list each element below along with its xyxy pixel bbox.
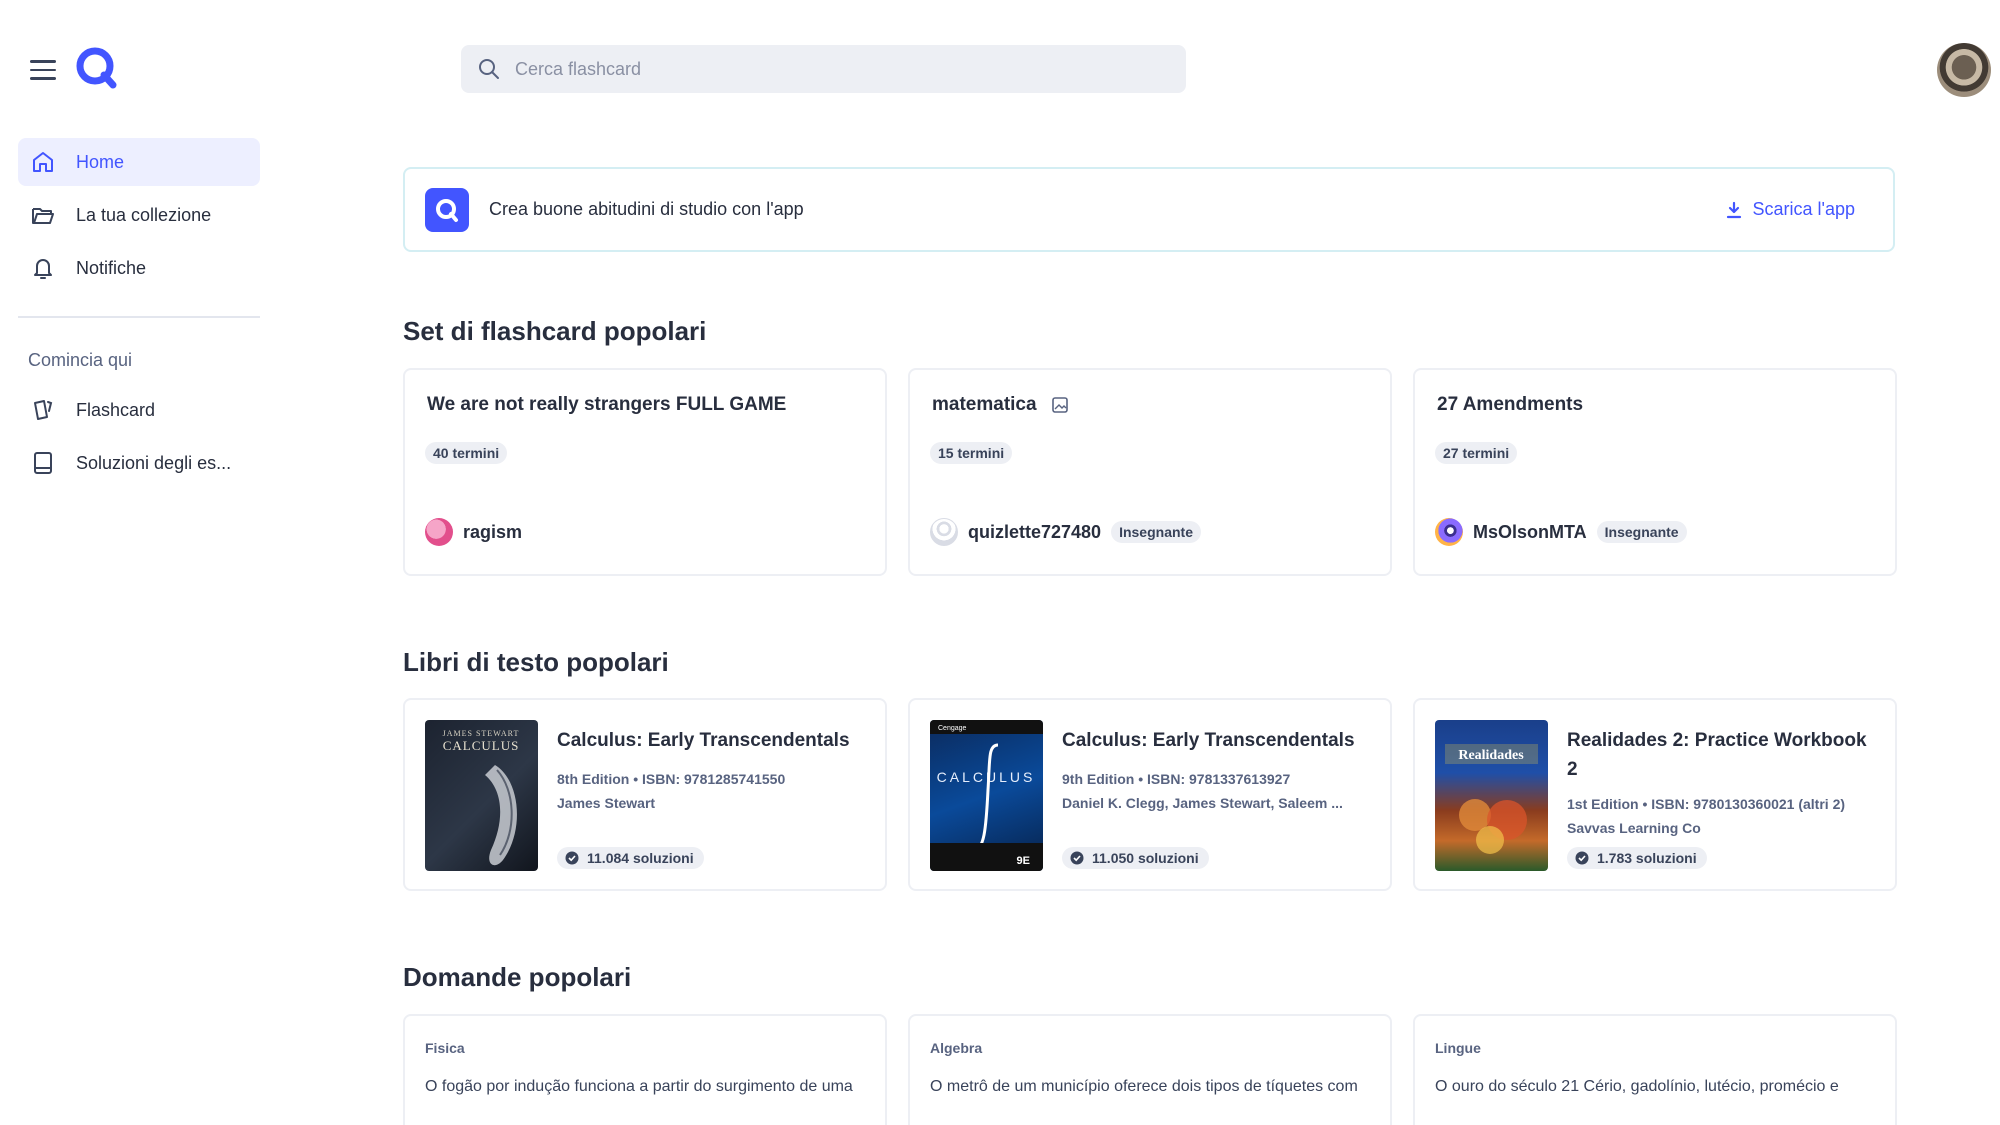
book-title: Calculus: Early Transcendentals [1062, 730, 1355, 751]
solutions-count: 1.783 soluzioni [1597, 850, 1697, 866]
book-cover: Cengage CALCULUS 9E [930, 720, 1043, 871]
cover-author-text: JAMES STEWART [443, 729, 520, 738]
user-avatar [1435, 518, 1463, 546]
sidebar-divider [18, 316, 260, 318]
user-avatar [930, 518, 958, 546]
set-title: We are not really strangers FULL GAME [427, 394, 787, 415]
solutions-badge: 11.050 soluzioni [1062, 847, 1209, 869]
sidebar-item-home[interactable]: Home [18, 138, 260, 186]
book-meta: 8th Edition • ISBN: 9781285741550 [557, 771, 786, 787]
book-authors: Savvas Learning Co [1567, 820, 1701, 836]
textbook-card[interactable]: JAMES STEWART CALCULUS Calculus: Early T… [403, 698, 887, 891]
sidebar-item-label: La tua collezione [76, 204, 212, 225]
book-cover: JAMES STEWART CALCULUS [425, 720, 538, 871]
terms-count-badge: 40 termini [425, 442, 508, 464]
question-card[interactable]: Fisica O fogão por indução funciona a pa… [403, 1014, 887, 1125]
teacher-badge: Insegnante [1111, 521, 1201, 543]
set-title: matematica [932, 394, 1037, 415]
cover-title-text: CALCULUS [937, 769, 1036, 785]
book-cover: Realidades [1435, 720, 1548, 871]
verified-icon [565, 851, 579, 865]
sidebar-item-collection[interactable]: La tua collezione [18, 191, 260, 239]
solutions-badge: 1.783 soluzioni [1567, 847, 1707, 869]
textbooks-heading: Libri di testo popolari [403, 647, 669, 677]
book-authors: James Stewart [557, 795, 656, 811]
banner-message: Crea buone abitudini di studio con l'app [489, 199, 804, 219]
flashcard-set-card[interactable]: matematica 15 termini quizlette727480 In… [908, 368, 1392, 576]
question-text: O fogão por indução funciona a partir do… [425, 1078, 853, 1095]
app-icon [425, 187, 469, 232]
sidebar-item-flashcards[interactable]: Flashcard [18, 386, 260, 434]
question-subject: Algebra [930, 1040, 983, 1056]
terms-count-badge: 27 termini [1435, 442, 1518, 464]
book-title: Realidades 2: Practice Workbook 2 [1567, 730, 1867, 780]
sidebar-section-title: Comincia qui [28, 350, 133, 370]
sidebar-item-notifications[interactable]: Notifiche [18, 244, 260, 292]
cover-title-text: CALCULUS [443, 738, 520, 753]
search-bar[interactable] [461, 45, 1186, 93]
folder-icon [32, 208, 54, 224]
sidebar-item-label: Home [76, 151, 125, 172]
question-subject: Lingue [1435, 1040, 1481, 1056]
user-avatar [425, 518, 453, 546]
menu-icon[interactable] [30, 60, 56, 80]
book-title: Calculus: Early Transcendentals [557, 730, 850, 751]
flashcards-icon [34, 400, 53, 420]
book-meta: 1st Edition • ISBN: 9780130360021 (altri… [1567, 796, 1846, 812]
cover-title-text: Realidades [1458, 748, 1524, 763]
flashcard-set-card[interactable]: We are not really strangers FULL GAME 40… [403, 368, 887, 576]
profile-avatar[interactable] [1937, 43, 1991, 97]
image-icon [1051, 397, 1068, 413]
set-author[interactable]: MsOlsonMTA Insegnante [1435, 518, 1687, 546]
question-text: O metrô de um município oferece dois tip… [930, 1078, 1358, 1095]
home-icon [33, 152, 53, 172]
sidebar-item-label: Notifiche [76, 257, 147, 278]
questions-heading: Domande popolari [403, 962, 632, 992]
teacher-badge: Insegnante [1596, 521, 1687, 543]
sidebar-item-label: Soluzioni degli es... [76, 452, 232, 473]
quizlet-logo[interactable] [75, 46, 119, 90]
bell-icon [34, 259, 52, 279]
search-icon [479, 59, 499, 79]
terms-count-badge: 15 termini [930, 442, 1013, 464]
book-authors: Daniel K. Clegg, James Stewart, Saleem .… [1062, 795, 1343, 811]
solutions-badge: 11.084 soluzioni [557, 847, 704, 869]
solutions-count: 11.050 soluzioni [1092, 850, 1199, 866]
question-card[interactable]: Lingue O ouro do século 21 Cério, gadolí… [1413, 1014, 1897, 1125]
question-subject: Fisica [425, 1040, 465, 1056]
set-author[interactable]: ragism [425, 518, 532, 546]
username: quizlette727480 [968, 521, 1102, 542]
textbook-card[interactable]: Cengage CALCULUS 9E Calculus: Early Tran… [908, 698, 1392, 891]
sidebar-item-label: Flashcard [76, 399, 156, 420]
username: ragism [463, 521, 523, 542]
book-icon [34, 452, 52, 474]
set-title: 27 Amendments [1437, 394, 1584, 415]
book-meta: 9th Edition • ISBN: 9781337613927 [1062, 771, 1291, 787]
app-promo-banner: Crea buone abitudini di studio con l'app… [403, 167, 1895, 252]
search-input[interactable] [515, 58, 1186, 80]
download-app-link[interactable]: Scarica l'app [1725, 199, 1856, 220]
question-card[interactable]: Algebra O metrô de um município oferece … [908, 1014, 1392, 1125]
question-text: O ouro do século 21 Cério, gadolínio, lu… [1435, 1078, 1839, 1095]
verified-icon [1070, 851, 1084, 865]
flashcard-set-card[interactable]: 27 Amendments 27 termini MsOlsonMTA Inse… [1413, 368, 1897, 576]
cover-publisher-text: Cengage [938, 725, 967, 732]
solutions-count: 11.084 soluzioni [587, 850, 694, 866]
sidebar-item-solutions[interactable]: Soluzioni degli es... [18, 439, 260, 487]
flashcard-sets-heading: Set di flashcard popolari [403, 316, 707, 346]
set-author[interactable]: quizlette727480 Insegnante [930, 518, 1201, 546]
username: MsOlsonMTA [1473, 521, 1587, 542]
download-app-label: Scarica l'app [1752, 199, 1856, 219]
cover-edition-text: 9E [1017, 855, 1030, 867]
textbook-card[interactable]: Realidades Realidades 2: Practice Workbo… [1413, 698, 1897, 891]
verified-icon [1575, 851, 1589, 865]
download-icon [1726, 201, 1741, 218]
